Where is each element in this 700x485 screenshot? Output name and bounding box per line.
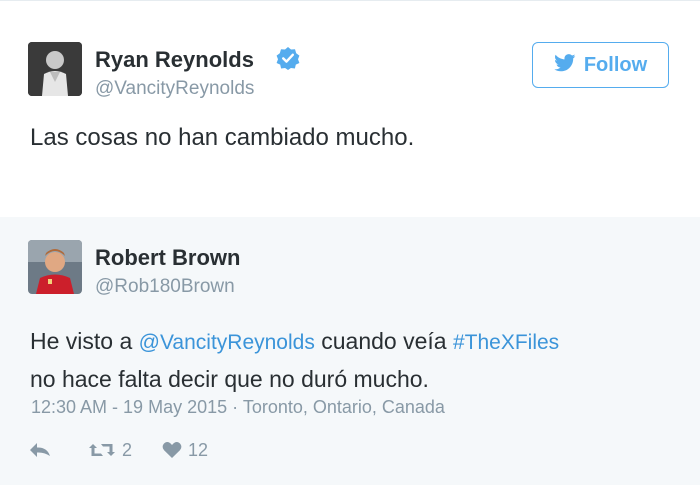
follow-button[interactable]: Follow <box>532 42 669 88</box>
reply-text-line2: no hace falta decir que no duró mucho. <box>30 366 429 392</box>
tweet-actions: 2 12 <box>28 435 238 465</box>
tweet-screenshot: Ryan Reynolds @VancityReynolds Follow La… <box>0 0 700 485</box>
hashtag-link[interactable]: #TheXFiles <box>453 331 559 354</box>
reply-text-part1: He visto a <box>30 328 139 354</box>
like-button[interactable]: 12 <box>162 440 208 461</box>
author-handle[interactable]: @VancityReynolds <box>95 78 254 100</box>
robert-brown-avatar[interactable] <box>28 240 82 294</box>
reply-text-part2: cuando veía <box>314 328 453 354</box>
timestamp[interactable]: 12:30 AM - 19 May 2015 <box>31 397 227 417</box>
mention-link[interactable]: @VancityReynolds <box>139 331 315 354</box>
reply-button[interactable] <box>28 441 52 459</box>
meta-separator: · <box>232 397 243 417</box>
retweet-icon <box>88 441 116 459</box>
retweet-count: 2 <box>122 439 133 460</box>
tweet-meta: 12:30 AM - 19 May 2015 · Toronto, Ontari… <box>31 397 445 418</box>
twitter-bird-icon <box>554 53 576 77</box>
follow-label: Follow <box>583 53 648 76</box>
reply-author-handle[interactable]: @Rob180Brown <box>95 276 235 298</box>
verified-badge-icon <box>276 46 300 75</box>
reply-arrow-icon <box>28 441 52 459</box>
retweet-button[interactable]: 2 <box>88 440 132 461</box>
reply-author-name[interactable]: Robert Brown <box>95 245 240 271</box>
like-count: 12 <box>188 439 209 460</box>
reply-tweet-text: He visto a @VancityReynolds cuando veía … <box>30 323 680 398</box>
tweet-text: Las cosas no han cambiado mucho. <box>30 124 415 151</box>
heart-icon <box>162 441 182 459</box>
ryan-reynolds-avatar[interactable] <box>28 42 82 96</box>
location[interactable]: Toronto, Ontario, Canada <box>243 397 445 417</box>
author-name[interactable]: Ryan Reynolds <box>95 47 254 73</box>
original-tweet-card: Ryan Reynolds @VancityReynolds Follow La… <box>0 0 700 217</box>
